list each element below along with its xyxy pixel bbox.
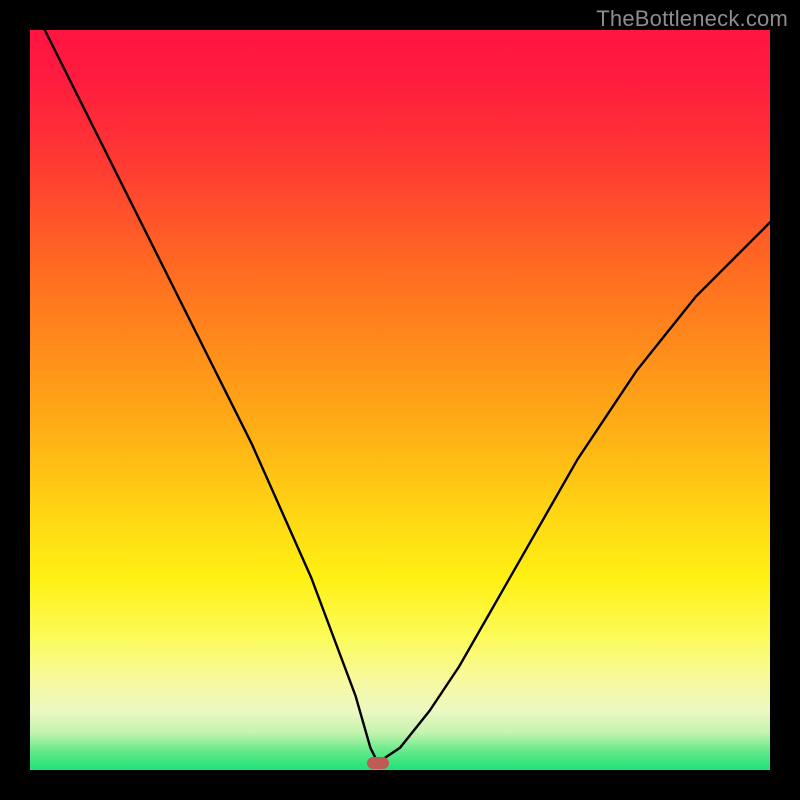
right-curve — [378, 222, 770, 762]
bottleneck-marker — [367, 757, 389, 769]
curve-layer — [30, 30, 770, 770]
chart-frame: TheBottleneck.com — [0, 0, 800, 800]
watermark-text: TheBottleneck.com — [596, 6, 788, 32]
plot-area — [30, 30, 770, 770]
left-curve — [45, 30, 378, 763]
